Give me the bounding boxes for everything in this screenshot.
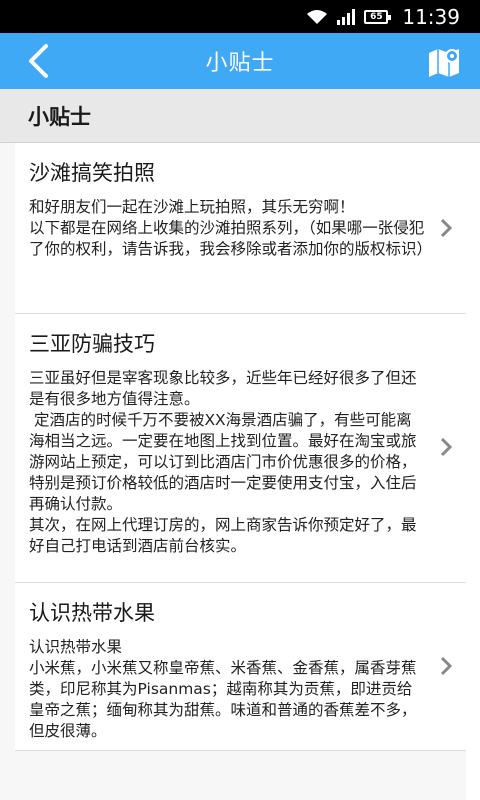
battery-icon: 65 bbox=[364, 9, 392, 24]
map-icon bbox=[429, 49, 459, 77]
app-bar: 小贴士 bbox=[0, 33, 480, 89]
tip-title: 三亚防骗技巧 bbox=[29, 332, 155, 356]
battery-level: 65 bbox=[370, 11, 383, 22]
list-item-beach-photo[interactable]: 沙滩搞笑拍照 和好朋友们一起在沙滩上玩拍照，其乐无穷啊！ 以下都是在网络上收集的… bbox=[15, 143, 466, 313]
tip-title: 认识热带水果 bbox=[29, 601, 155, 625]
chevron-right-icon bbox=[440, 218, 453, 238]
chevron-right-icon bbox=[440, 437, 453, 457]
back-arrow-icon bbox=[29, 44, 48, 78]
tip-title: 沙滩搞笑拍照 bbox=[29, 161, 155, 185]
scrollbar[interactable] bbox=[466, 143, 480, 800]
tip-text: 三亚虽好但是宰客现象比较多，近些年已经好很多了但还是有很多地方值得注意。 定酒店… bbox=[29, 369, 417, 555]
chevron-right-icon bbox=[440, 656, 453, 676]
back-button[interactable] bbox=[18, 41, 58, 81]
status-bar: 65 11:39 bbox=[0, 0, 480, 33]
divider bbox=[15, 750, 466, 751]
section-header: 小贴士 bbox=[0, 89, 480, 143]
map-button[interactable] bbox=[424, 41, 464, 81]
page-title: 小贴士 bbox=[205, 51, 275, 76]
list-item-tropical-fruit[interactable]: 认识热带水果 认识热带水果 小米蕉，小米蕉又称皇帝蕉、米香蕉、金香蕉，属香芽蕉类… bbox=[15, 583, 466, 750]
tip-text: 和好朋友们一起在沙滩上玩拍照，其乐无穷啊！ 以下都是在网络上收集的沙滩拍照系列，… bbox=[29, 198, 433, 258]
signal-icon bbox=[337, 8, 356, 25]
tip-text: 认识热带水果 小米蕉，小米蕉又称皇帝蕉、米香蕉、金香蕉，属香芽蕉类，印尼称其为P… bbox=[29, 638, 417, 740]
list-item-sanya-tips[interactable]: 三亚防骗技巧 三亚虽好但是宰客现象比较多，近些年已经好很多了但还是有很多地方值得… bbox=[15, 314, 466, 582]
wifi-icon bbox=[307, 9, 328, 24]
status-time: 11:39 bbox=[402, 4, 460, 29]
